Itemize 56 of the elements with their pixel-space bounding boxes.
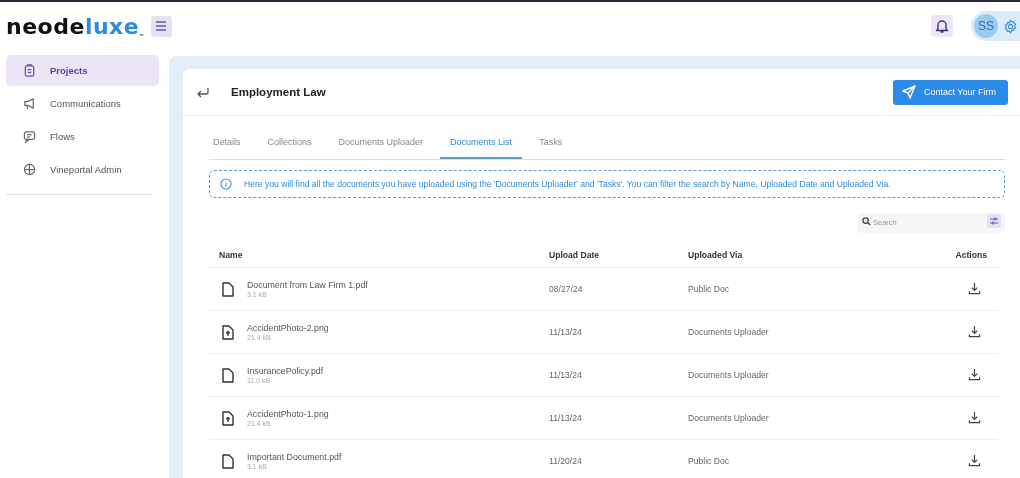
tab[interactable]: Documents Uploader bbox=[328, 126, 434, 159]
info-icon bbox=[220, 178, 232, 190]
page-title: Employment Law bbox=[231, 86, 326, 98]
table-cell: 11/13/24 bbox=[549, 310, 688, 354]
sidebar-item[interactable]: Projects bbox=[6, 55, 159, 86]
image-file-icon bbox=[222, 410, 234, 426]
column-header: Upload Date bbox=[549, 243, 688, 268]
file-name: Important Document.pdf bbox=[247, 452, 342, 462]
download-icon[interactable] bbox=[968, 367, 981, 381]
file-name: Document from Law Firm 1.pdf bbox=[247, 280, 368, 290]
table-cell: 08/27/24 bbox=[549, 267, 688, 311]
column-header: Uploaded Via bbox=[688, 243, 892, 268]
table-cell: Documents Uploader bbox=[688, 353, 892, 397]
filter-button[interactable] bbox=[987, 214, 1001, 228]
sidebar-item[interactable]: Communications bbox=[6, 88, 159, 119]
image-file-icon bbox=[222, 324, 234, 340]
column-header: Name bbox=[209, 243, 549, 268]
table-cell: Public Doc bbox=[688, 267, 892, 311]
contact-button[interactable]: Contact Your Firm bbox=[892, 79, 1008, 105]
table-cell: Documents Uploader bbox=[688, 310, 892, 354]
notification-button[interactable] bbox=[931, 15, 953, 37]
column-header: Actions bbox=[891, 243, 998, 268]
user-menu[interactable]: SS bbox=[971, 11, 1020, 41]
menu-icon bbox=[155, 21, 168, 31]
info-text: Here you will find all the documents you have uploaded using the 'Documents Uploader' and 'Tasks'. You can filter the search by Name, Uploaded Date and Uploaded Via. bbox=[244, 179, 891, 189]
table-cell: Public Doc bbox=[688, 439, 892, 478]
file-icon bbox=[222, 281, 234, 297]
file-name: AccidentPhoto-2.png bbox=[247, 323, 329, 333]
avatar[interactable]: SS bbox=[974, 14, 998, 38]
tab[interactable]: Details bbox=[209, 126, 251, 159]
megaphone-icon bbox=[23, 97, 36, 110]
table-cell: 11/13/24 bbox=[549, 353, 688, 397]
table-cell: 11/20/24 bbox=[549, 439, 688, 478]
download-icon[interactable] bbox=[968, 281, 981, 295]
tab[interactable]: Documents List bbox=[440, 126, 523, 159]
send-icon bbox=[901, 85, 916, 99]
sidebar-item[interactable]: Flows bbox=[6, 121, 159, 152]
file-icon bbox=[222, 367, 234, 383]
message-icon bbox=[23, 130, 36, 143]
clipboard-icon bbox=[23, 64, 36, 77]
download-icon[interactable] bbox=[968, 324, 981, 338]
file-name: AccidentPhoto-1.png bbox=[247, 409, 329, 419]
search-icon bbox=[862, 216, 871, 226]
back-icon[interactable] bbox=[196, 86, 210, 98]
settings-icon[interactable] bbox=[1003, 18, 1018, 34]
sidebar-item[interactable]: Vineportal Admin bbox=[6, 154, 159, 185]
download-icon[interactable] bbox=[968, 410, 981, 424]
table-cell: Documents Uploader bbox=[688, 396, 892, 440]
tab[interactable]: Tasks bbox=[529, 126, 573, 159]
menu-button[interactable] bbox=[150, 15, 172, 37]
download-icon[interactable] bbox=[968, 453, 981, 467]
table-cell: 11/13/24 bbox=[549, 396, 688, 440]
globe-icon bbox=[23, 163, 36, 176]
tab[interactable]: Collections bbox=[257, 126, 322, 159]
file-name: InsurancePolicy.pdf bbox=[247, 366, 324, 376]
file-icon bbox=[222, 453, 234, 469]
